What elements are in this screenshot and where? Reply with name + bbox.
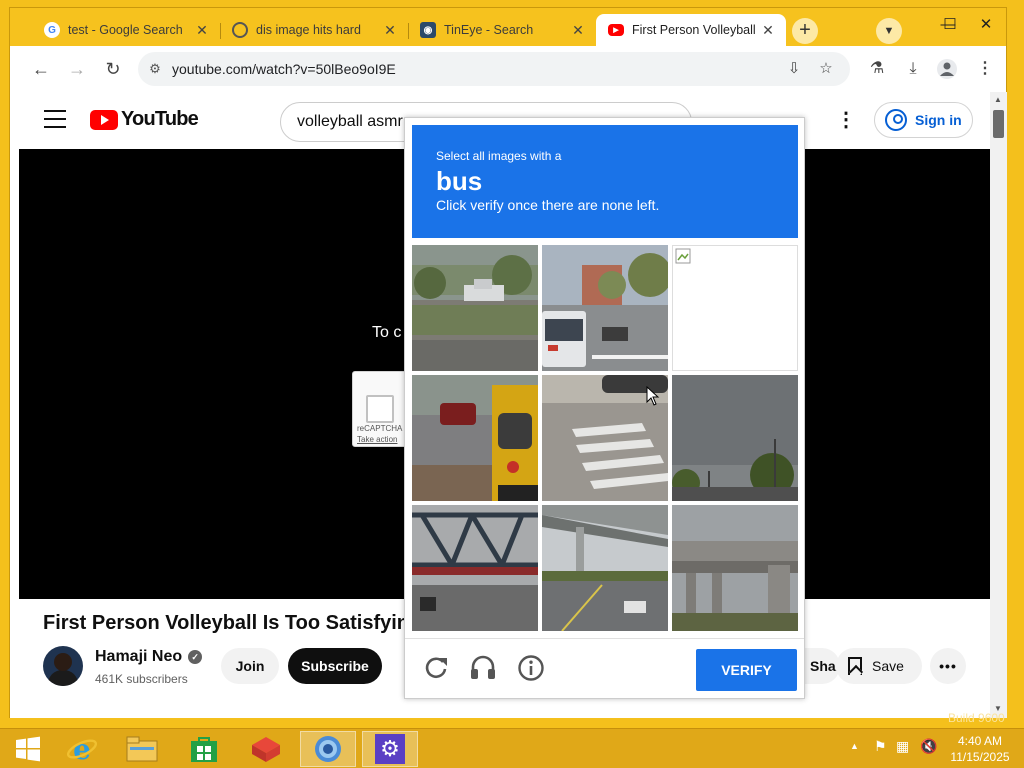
downloads-icon[interactable]: ⤓: [902, 58, 924, 80]
tab-title: dis image hits hard: [256, 23, 361, 37]
tab-youtube[interactable]: ▶ First Person Volleyball ✕: [596, 14, 786, 46]
internet-explorer-icon[interactable]: e: [54, 731, 110, 767]
clock-time: 4:40 AM: [957, 734, 1003, 748]
captcha-tile[interactable]: [412, 505, 538, 631]
clock[interactable]: 4:40 AM 11/15/2025: [940, 733, 1020, 765]
close-tab-icon[interactable]: ✕: [194, 22, 210, 39]
close-tab-icon[interactable]: ✕: [760, 22, 776, 39]
reload-challenge-icon[interactable]: [421, 653, 451, 683]
svg-text:e: e: [73, 733, 91, 765]
save-button[interactable]: Save: [836, 648, 922, 684]
new-tab-button[interactable]: +: [792, 18, 818, 44]
tineye-icon: ◉: [420, 22, 436, 38]
tab-google-search[interactable]: G test - Google Search ✕: [32, 14, 221, 46]
tab-search-icon[interactable]: ▼: [876, 18, 902, 44]
captcha-tile-broken[interactable]: [672, 245, 798, 371]
instruction-line: Select all images with a: [436, 149, 562, 163]
subscribe-button[interactable]: Subscribe: [288, 648, 382, 684]
more-options-icon[interactable]: ⋮: [836, 108, 856, 132]
address-bar[interactable]: ⚙ youtube.com/watch?v=50lBeo9oI9E ⇩ ☆: [138, 52, 850, 86]
tab-tineye[interactable]: ◉ TinEye - Search ✕: [408, 14, 596, 46]
close-tab-icon[interactable]: ✕: [570, 22, 586, 39]
clock-date: 11/15/2025: [950, 750, 1010, 764]
browser-menu-icon[interactable]: ⋮: [974, 58, 996, 80]
recaptcha-checkbox[interactable]: [366, 395, 394, 423]
captcha-tile[interactable]: [542, 245, 668, 371]
mouse-cursor-icon: [646, 386, 660, 406]
scroll-up-icon[interactable]: ▲: [994, 95, 1002, 104]
profile-icon[interactable]: [936, 58, 958, 80]
broken-image-icon: [675, 248, 691, 264]
info-icon[interactable]: [516, 653, 546, 683]
os-watermark: Build 9600: [948, 711, 1005, 725]
captcha-tile[interactable]: [542, 505, 668, 631]
captcha-tile[interactable]: [412, 245, 538, 371]
captcha-tile[interactable]: [412, 375, 538, 501]
account-icon: [885, 109, 907, 131]
url-text[interactable]: youtube.com/watch?v=50lBeo9oI9E: [172, 61, 396, 77]
image-grid: [412, 245, 798, 631]
target-word: bus: [436, 166, 483, 196]
google-icon: G: [44, 22, 60, 38]
youtube-play-icon: [90, 109, 118, 130]
menu-icon[interactable]: [44, 110, 66, 130]
file-explorer-icon[interactable]: [114, 731, 170, 767]
toolbox-icon[interactable]: [238, 731, 294, 767]
verify-button[interactable]: VERIFY: [696, 649, 797, 691]
taskbar: e ⚙ ▲ ⚑ ▦ 🔇 4:40 AM 11/15/2025: [0, 728, 1024, 768]
site-settings-icon[interactable]: ⚙: [146, 60, 164, 78]
more-actions-button[interactable]: •••: [930, 648, 966, 684]
bookmark-star-icon[interactable]: ☆: [816, 59, 836, 79]
instruction-hint: Click verify once there are none left.: [436, 197, 660, 213]
action-center-flag-icon[interactable]: ⚑: [874, 738, 887, 755]
reload-icon[interactable]: ↻: [102, 58, 124, 80]
tab-strip: G test - Google Search ✕ dis image hits …: [10, 8, 1006, 46]
youtube-icon: ▶: [608, 24, 624, 36]
install-app-icon[interactable]: ⇩: [784, 59, 804, 79]
show-hidden-icons[interactable]: ▲: [850, 741, 859, 751]
close-tab-icon[interactable]: ✕: [382, 22, 398, 39]
join-button[interactable]: Join: [221, 648, 279, 684]
scroll-thumb[interactable]: [993, 110, 1004, 138]
channel-name[interactable]: Hamaji Neo ✓: [95, 648, 203, 666]
sign-in-button[interactable]: Sign in: [874, 102, 973, 138]
labs-flask-icon[interactable]: ⚗: [866, 58, 888, 80]
store-icon[interactable]: [176, 731, 232, 767]
search-query[interactable]: volleyball asmr: [297, 113, 403, 131]
recaptcha-label: reCAPTCHA: [357, 424, 403, 433]
start-button[interactable]: [0, 731, 56, 767]
settings-taskbar-icon[interactable]: ⚙: [362, 731, 418, 767]
video-title: First Person Volleyball Is Too Satisfyin…: [43, 612, 422, 634]
challenge-header: Select all images with a bus Click verif…: [412, 125, 798, 238]
recaptcha-challenge: Select all images with a bus Click verif…: [404, 117, 805, 699]
tab-title: test - Google Search: [68, 23, 183, 37]
challenge-footer: VERIFY: [405, 638, 804, 700]
audio-challenge-icon[interactable]: [468, 653, 498, 683]
youtube-logo[interactable]: YouTube: [90, 108, 199, 131]
tab-title: First Person Volleyball: [632, 23, 756, 37]
browser-toolbar: ← → ↻ ⚙ youtube.com/watch?v=50lBeo9oI9E …: [10, 46, 1006, 92]
captcha-tile[interactable]: [672, 375, 798, 501]
volume-muted-icon[interactable]: 🔇: [920, 738, 937, 755]
close-window-button[interactable]: ✕: [972, 14, 1000, 36]
chrome-taskbar-icon[interactable]: [300, 731, 356, 767]
channel-avatar[interactable]: [43, 646, 83, 686]
tab-image[interactable]: dis image hits hard ✕: [220, 14, 409, 46]
forward-icon[interactable]: →: [66, 58, 88, 80]
gear-icon: ⚙: [375, 734, 405, 764]
windows-logo-icon: [16, 736, 40, 762]
globe-icon: [232, 22, 248, 38]
subscriber-count: 461K subscribers: [95, 672, 188, 686]
recaptcha-widget[interactable]: reCAPTCHA Take action: [352, 371, 412, 447]
captcha-tile[interactable]: [672, 505, 798, 631]
maximize-button[interactable]: ☐: [936, 14, 964, 36]
network-icon[interactable]: ▦: [896, 738, 909, 755]
player-message: To c: [372, 324, 402, 341]
bookmark-icon: [848, 657, 862, 675]
verified-icon: ✓: [188, 650, 203, 664]
recaptcha-link[interactable]: Take action: [357, 435, 397, 444]
tab-title: TinEye - Search: [444, 23, 534, 37]
back-icon[interactable]: ←: [30, 58, 52, 80]
page-scrollbar[interactable]: ▲ ▼: [990, 92, 1007, 718]
